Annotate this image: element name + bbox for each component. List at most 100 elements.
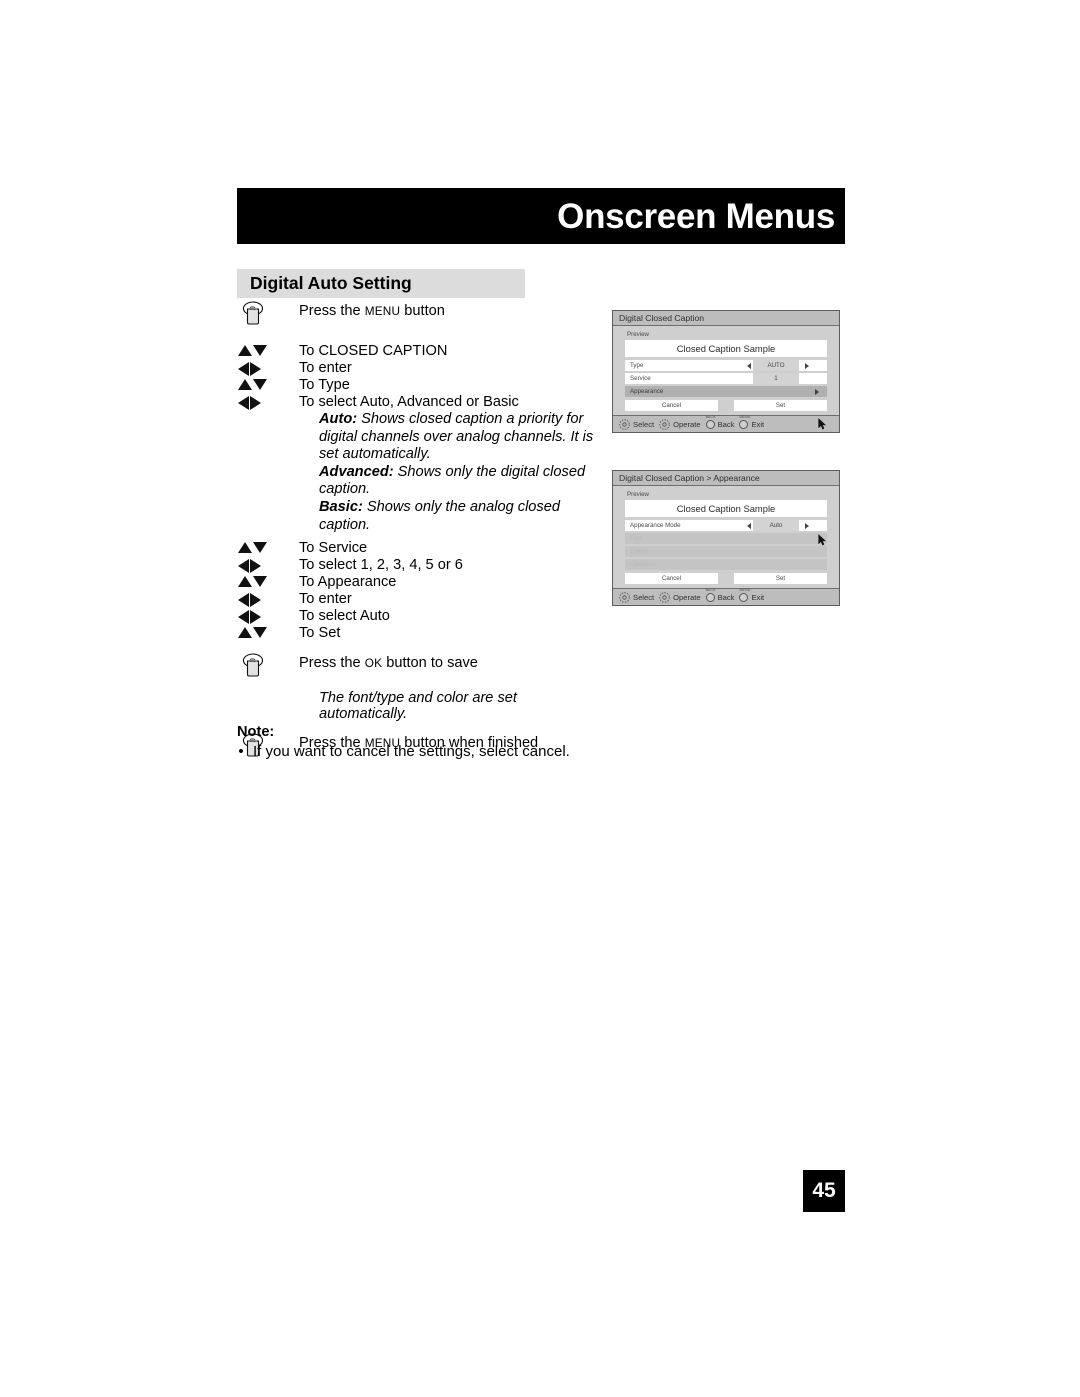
osd-footer: Select Operate BACK Back MENU Exit <box>613 415 839 432</box>
step-icon-gutter <box>237 608 299 625</box>
up-down-arrows-icon <box>238 377 267 390</box>
step-text: To select 1, 2, 3, 4, 5 or 6 <box>299 557 463 574</box>
step-icon-gutter <box>237 591 299 608</box>
step-icon-gutter <box>237 574 299 588</box>
osd-footer: Select Operate BACK Back MENU Exit <box>613 588 839 605</box>
osd-button-row: Cancel Set <box>625 400 827 411</box>
osd-footer-exit: MENU Exit <box>739 415 765 429</box>
circle-button-icon <box>739 592 749 602</box>
osd-footer-label: Select <box>633 592 655 602</box>
osd-preview-label: Preview <box>627 491 650 498</box>
step-icon-gutter <box>237 557 299 574</box>
page-number: 45 <box>803 1170 845 1212</box>
up-down-arrows-icon <box>238 343 267 356</box>
dpad-icon <box>659 418 670 430</box>
osd-footer-label: Select <box>633 419 655 429</box>
right-arrow-icon[interactable] <box>805 522 809 529</box>
osd-preview-label: Preview <box>627 331 650 338</box>
step-text: To Service <box>299 540 368 557</box>
osd-row-type[interactable]: Type AUTO <box>625 360 827 371</box>
osd-footer-operate: Operate <box>659 591 701 603</box>
step-row: To enter <box>237 360 607 377</box>
osd-row-label: Service <box>630 375 651 382</box>
left-arrow-icon[interactable] <box>747 522 751 529</box>
osd-cancel-button[interactable]: Cancel <box>625 573 718 584</box>
left-right-arrows-icon <box>238 557 261 574</box>
step-text: Press the MENU button <box>299 303 607 320</box>
step-text-after: button to save <box>382 655 478 672</box>
left-right-arrows-icon <box>238 591 261 608</box>
submenu-arrow-icon <box>815 388 819 395</box>
step-text-smallcap: MENU <box>364 304 401 318</box>
osd-row-opacities: Opacities <box>625 559 827 570</box>
osd-row-service[interactable]: Service 1 <box>625 373 827 384</box>
left-right-arrows-icon <box>238 360 261 376</box>
step-row: Press the OK button to save <box>237 653 607 682</box>
osd-row-appearance[interactable]: Appearance <box>625 386 827 397</box>
osd-body: Preview Closed Caption Sample Type AUTO … <box>613 326 839 430</box>
circle-button-icon <box>705 592 715 602</box>
osd-footer-label: Operate <box>673 419 701 429</box>
osd-row-label: Appearance <box>630 388 664 395</box>
note-item: • If you want to cancel the settings, se… <box>237 742 697 762</box>
osd-row-value: Auto <box>753 520 799 531</box>
osd-screenshot-appearance: Digital Closed Caption > Appearance Prev… <box>612 470 840 606</box>
explanation-item: Auto: Shows closed caption a priority fo… <box>319 411 611 464</box>
left-arrow-icon[interactable] <box>747 362 751 369</box>
step-row: To CLOSED CAPTION <box>237 343 607 360</box>
osd-row-label: Type <box>630 362 644 369</box>
osd-title-bar: Digital Closed Caption > Appearance <box>613 471 839 486</box>
up-down-arrows-icon <box>238 574 267 588</box>
step-row: To select 1, 2, 3, 4, 5 or 6 <box>237 557 607 574</box>
osd-row-label: Appearance Mode <box>630 522 681 529</box>
instruction-steps: Press the MENU button To CLOSED CAPTION … <box>237 301 607 762</box>
note-heading: Note: <box>237 724 275 740</box>
osd-set-button[interactable]: Set <box>734 573 827 584</box>
circle-button-icon <box>739 419 749 429</box>
explanation-item: Basic: Shows only the analog closed capt… <box>319 499 611 534</box>
osd-footer-label: Operate <box>673 592 701 602</box>
osd-footer-label: Back <box>717 592 735 602</box>
osd-footer-label: Exit <box>751 419 765 429</box>
step-text-before: Press the <box>299 655 365 672</box>
osd-title: Digital Closed Caption > Appearance <box>619 473 760 483</box>
osd-footer-label: Back <box>717 419 735 429</box>
step-text: To Appearance <box>299 574 397 591</box>
explanation-block: Auto: Shows closed caption a priority fo… <box>319 411 611 534</box>
osd-footer-label: Exit <box>751 592 765 602</box>
osd-row-label: Opacities <box>630 561 656 568</box>
dpad-icon <box>619 591 630 603</box>
note-item-text: If you want to cancel the settings, sele… <box>253 743 570 760</box>
step-icon-gutter <box>237 394 299 410</box>
press-button-icon <box>242 653 264 677</box>
page-title: Onscreen Menus <box>557 196 835 236</box>
up-down-arrows-icon <box>238 625 267 639</box>
osd-title-bar: Digital Closed Caption <box>613 311 839 326</box>
step-row: To enter <box>237 591 607 608</box>
step-text: To enter <box>299 360 352 376</box>
step-text: To CLOSED CAPTION <box>299 343 448 359</box>
press-button-icon <box>242 301 264 325</box>
section-header-bar: Digital Auto Setting <box>237 269 525 298</box>
osd-row-label: Colors <box>630 548 648 555</box>
step-icon-gutter <box>237 377 299 390</box>
step-icon-gutter <box>237 360 299 376</box>
step-row: To Type <box>237 377 607 394</box>
osd-row-appearance-mode[interactable]: Appearance Mode Auto <box>625 520 827 531</box>
osd-set-button[interactable]: Set <box>734 400 827 411</box>
osd-body: Preview Closed Caption Sample Appearance… <box>613 486 839 588</box>
step-text: To Type <box>299 377 350 393</box>
step-row: To Service <box>237 540 607 557</box>
osd-footer-back: BACK Back <box>705 415 735 429</box>
left-right-arrows-icon <box>238 608 261 625</box>
osd-footer-back: BACK Back <box>705 588 735 602</box>
bullet-icon: • <box>238 743 244 760</box>
step-text-smallcap: OK <box>364 656 383 671</box>
dpad-icon <box>619 418 630 430</box>
right-arrow-icon[interactable] <box>805 362 809 369</box>
circle-button-icon <box>705 419 715 429</box>
step-text: To Set <box>299 625 341 642</box>
osd-cancel-button[interactable]: Cancel <box>625 400 718 411</box>
step-row: To select Auto <box>237 608 607 625</box>
